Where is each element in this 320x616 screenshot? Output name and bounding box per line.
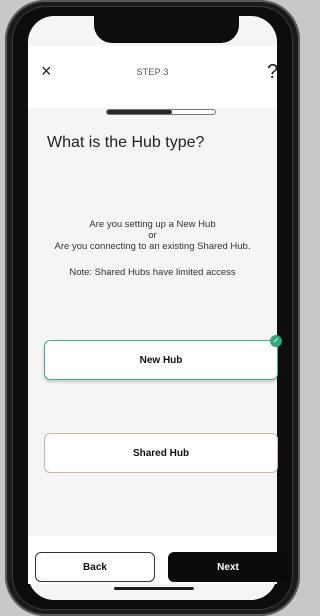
- option-label: Shared Hub: [132, 447, 190, 459]
- info-line-3: Are you connecting to an existing Shared…: [54, 241, 251, 252]
- help-icon[interactable]: ?: [267, 62, 278, 82]
- step-title: STEP 3: [136, 67, 169, 77]
- top-bar: [28, 46, 277, 108]
- check-icon: ✓: [270, 335, 282, 347]
- option-new-hub[interactable]: New Hub: [44, 340, 278, 380]
- progress-fill: [107, 110, 172, 114]
- phone-notch: [94, 16, 239, 43]
- back-button[interactable]: Back: [35, 552, 155, 582]
- note-text: Note: Shared Hubs have limited access: [69, 267, 236, 278]
- app-screen: [28, 16, 277, 600]
- home-indicator: [114, 587, 194, 590]
- progress-bar: [106, 109, 216, 115]
- option-label: New Hub: [139, 354, 183, 366]
- question-heading: What is the Hub type?: [47, 134, 205, 151]
- next-button[interactable]: Next: [168, 552, 288, 582]
- option-shared-hub[interactable]: Shared Hub: [44, 433, 278, 473]
